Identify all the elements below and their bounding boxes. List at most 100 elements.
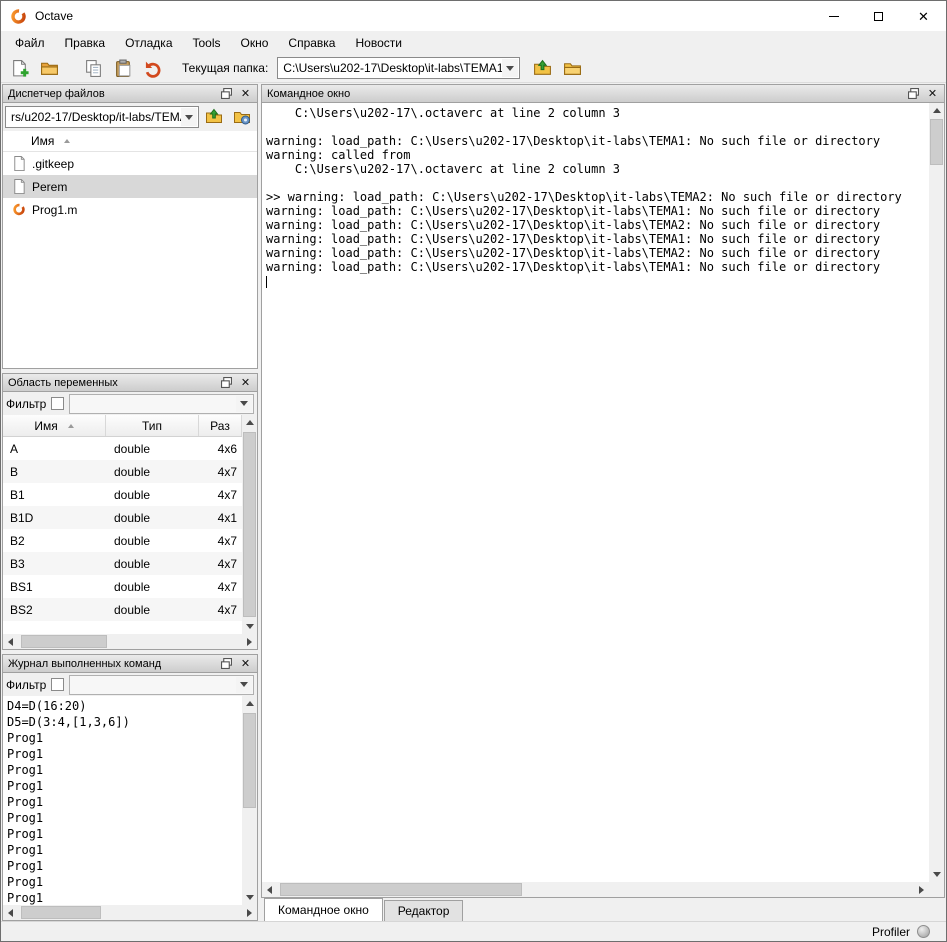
column-header-size[interactable]: Раз — [199, 415, 242, 436]
scrollbar-thumb[interactable] — [21, 635, 107, 648]
horizontal-scrollbar[interactable] — [3, 634, 257, 649]
open-file-button[interactable] — [36, 56, 63, 81]
scrollbar-track[interactable] — [929, 118, 944, 867]
vertical-scrollbar[interactable] — [242, 415, 257, 634]
history-item[interactable]: Prog1 — [7, 730, 242, 746]
workspace-filter-combobox[interactable] — [69, 394, 254, 414]
scroll-up-button[interactable] — [242, 696, 257, 711]
horizontal-scrollbar[interactable] — [262, 882, 944, 897]
command-history-header[interactable]: Журнал выполненных команд ✕ — [3, 655, 257, 673]
scroll-down-button[interactable] — [242, 890, 257, 905]
scroll-up-button[interactable] — [929, 103, 944, 118]
close-window-button[interactable]: ✕ — [901, 1, 946, 31]
variable-row[interactable]: B1 double 4x7 — [3, 483, 242, 506]
file-row-gitkeep[interactable]: .gitkeep — [3, 152, 257, 175]
profiler-status-icon[interactable] — [917, 925, 930, 938]
undock-button[interactable] — [217, 656, 236, 671]
variable-row[interactable]: B1D double 4x1 — [3, 506, 242, 529]
paste-button[interactable] — [110, 56, 137, 81]
filter-checkbox[interactable] — [51, 678, 64, 691]
scroll-right-button[interactable] — [242, 905, 257, 920]
folder-actions-button[interactable] — [229, 105, 255, 129]
tab-command-window[interactable]: Командное окно — [264, 898, 383, 921]
file-list-name-column-header[interactable]: Имя — [3, 131, 257, 152]
history-item[interactable]: Prog1 — [7, 874, 242, 890]
variable-row[interactable]: B double 4x7 — [3, 460, 242, 483]
undock-button[interactable] — [217, 86, 236, 101]
close-panel-button[interactable]: ✕ — [236, 375, 255, 390]
combobox-dropdown-button[interactable] — [181, 108, 197, 126]
scrollbar-track[interactable] — [18, 905, 242, 920]
history-item[interactable]: Prog1 — [7, 858, 242, 874]
horizontal-scrollbar[interactable] — [3, 905, 257, 920]
undock-button[interactable] — [904, 86, 923, 101]
variable-row[interactable]: A double 4x6 — [3, 437, 242, 460]
combobox-dropdown-button[interactable] — [502, 59, 518, 77]
scroll-right-button[interactable] — [242, 634, 257, 649]
scroll-left-button[interactable] — [3, 905, 18, 920]
scrollbar-track[interactable] — [242, 711, 257, 890]
menu-news[interactable]: Новости — [345, 31, 411, 54]
history-item[interactable]: Prog1 — [7, 826, 242, 842]
vertical-scrollbar[interactable] — [929, 103, 944, 882]
copy-button[interactable] — [80, 56, 107, 81]
scrollbar-track[interactable] — [242, 430, 257, 619]
history-item[interactable]: D5=D(3:4,[1,3,6]) — [7, 714, 242, 730]
menu-window[interactable]: Окно — [231, 31, 279, 54]
scroll-down-button[interactable] — [242, 619, 257, 634]
history-item[interactable]: D4=D(16:20) — [7, 698, 242, 714]
console-output[interactable]: C:\Users\u202-17\.octaverc at line 2 col… — [262, 103, 929, 882]
scrollbar-track[interactable] — [277, 882, 914, 897]
close-panel-button[interactable]: ✕ — [236, 86, 255, 101]
column-header-name[interactable]: Имя — [3, 415, 106, 436]
scroll-left-button[interactable] — [3, 634, 18, 649]
history-item[interactable]: Prog1 — [7, 746, 242, 762]
tab-editor[interactable]: Редактор — [384, 900, 464, 921]
undock-button[interactable] — [217, 375, 236, 390]
vertical-scrollbar[interactable] — [242, 696, 257, 905]
scroll-down-button[interactable] — [929, 867, 944, 882]
scroll-up-button[interactable] — [242, 415, 257, 430]
history-item[interactable]: Prog1 — [7, 890, 242, 905]
menu-help[interactable]: Справка — [278, 31, 345, 54]
command-window-header[interactable]: Командное окно ✕ — [262, 85, 944, 103]
current-folder-combobox[interactable]: C:\Users\u202-17\Desktop\it-labs\TEMA1 — [277, 57, 520, 79]
file-row-perem[interactable]: Perem — [3, 175, 257, 198]
history-item[interactable]: Prog1 — [7, 778, 242, 794]
combobox-dropdown-button[interactable] — [236, 396, 252, 412]
close-panel-button[interactable]: ✕ — [923, 86, 942, 101]
scrollbar-thumb[interactable] — [243, 713, 256, 808]
column-header-type[interactable]: Тип — [106, 415, 199, 436]
workspace-header[interactable]: Область переменных ✕ — [3, 374, 257, 392]
filter-checkbox[interactable] — [51, 397, 64, 410]
scrollbar-track[interactable] — [18, 634, 242, 649]
scrollbar-thumb[interactable] — [280, 883, 522, 896]
history-item[interactable]: Prog1 — [7, 842, 242, 858]
file-browser-header[interactable]: Диспетчер файлов ✕ — [3, 85, 257, 103]
folder-up-button[interactable] — [201, 105, 227, 129]
title-bar[interactable]: Octave ✕ — [1, 1, 946, 31]
variable-row[interactable]: BS2 double 4x7 — [3, 598, 242, 621]
browse-folder-button[interactable] — [559, 56, 586, 81]
history-filter-combobox[interactable] — [69, 675, 254, 695]
menu-tools[interactable]: Tools — [183, 31, 231, 54]
scrollbar-thumb[interactable] — [21, 906, 101, 919]
maximize-button[interactable] — [856, 1, 901, 31]
scrollbar-thumb[interactable] — [243, 432, 256, 617]
menu-edit[interactable]: Правка — [55, 31, 116, 54]
scroll-left-button[interactable] — [262, 882, 277, 897]
combobox-dropdown-button[interactable] — [236, 677, 252, 693]
scrollbar-thumb[interactable] — [930, 119, 943, 165]
history-item[interactable]: Prog1 — [7, 762, 242, 778]
menu-debug[interactable]: Отладка — [115, 31, 182, 54]
menu-file[interactable]: Файл — [5, 31, 55, 54]
history-item[interactable]: Prog1 — [7, 810, 242, 826]
variable-row[interactable]: B3 double 4x7 — [3, 552, 242, 575]
minimize-button[interactable] — [811, 1, 856, 31]
variable-row[interactable]: BS1 double 4x7 — [3, 575, 242, 598]
history-item[interactable]: Prog1 — [7, 794, 242, 810]
scroll-right-button[interactable] — [914, 882, 929, 897]
new-script-button[interactable] — [6, 56, 33, 81]
file-row-prog1[interactable]: Prog1.m — [3, 198, 257, 221]
folder-up-button[interactable] — [529, 56, 556, 81]
